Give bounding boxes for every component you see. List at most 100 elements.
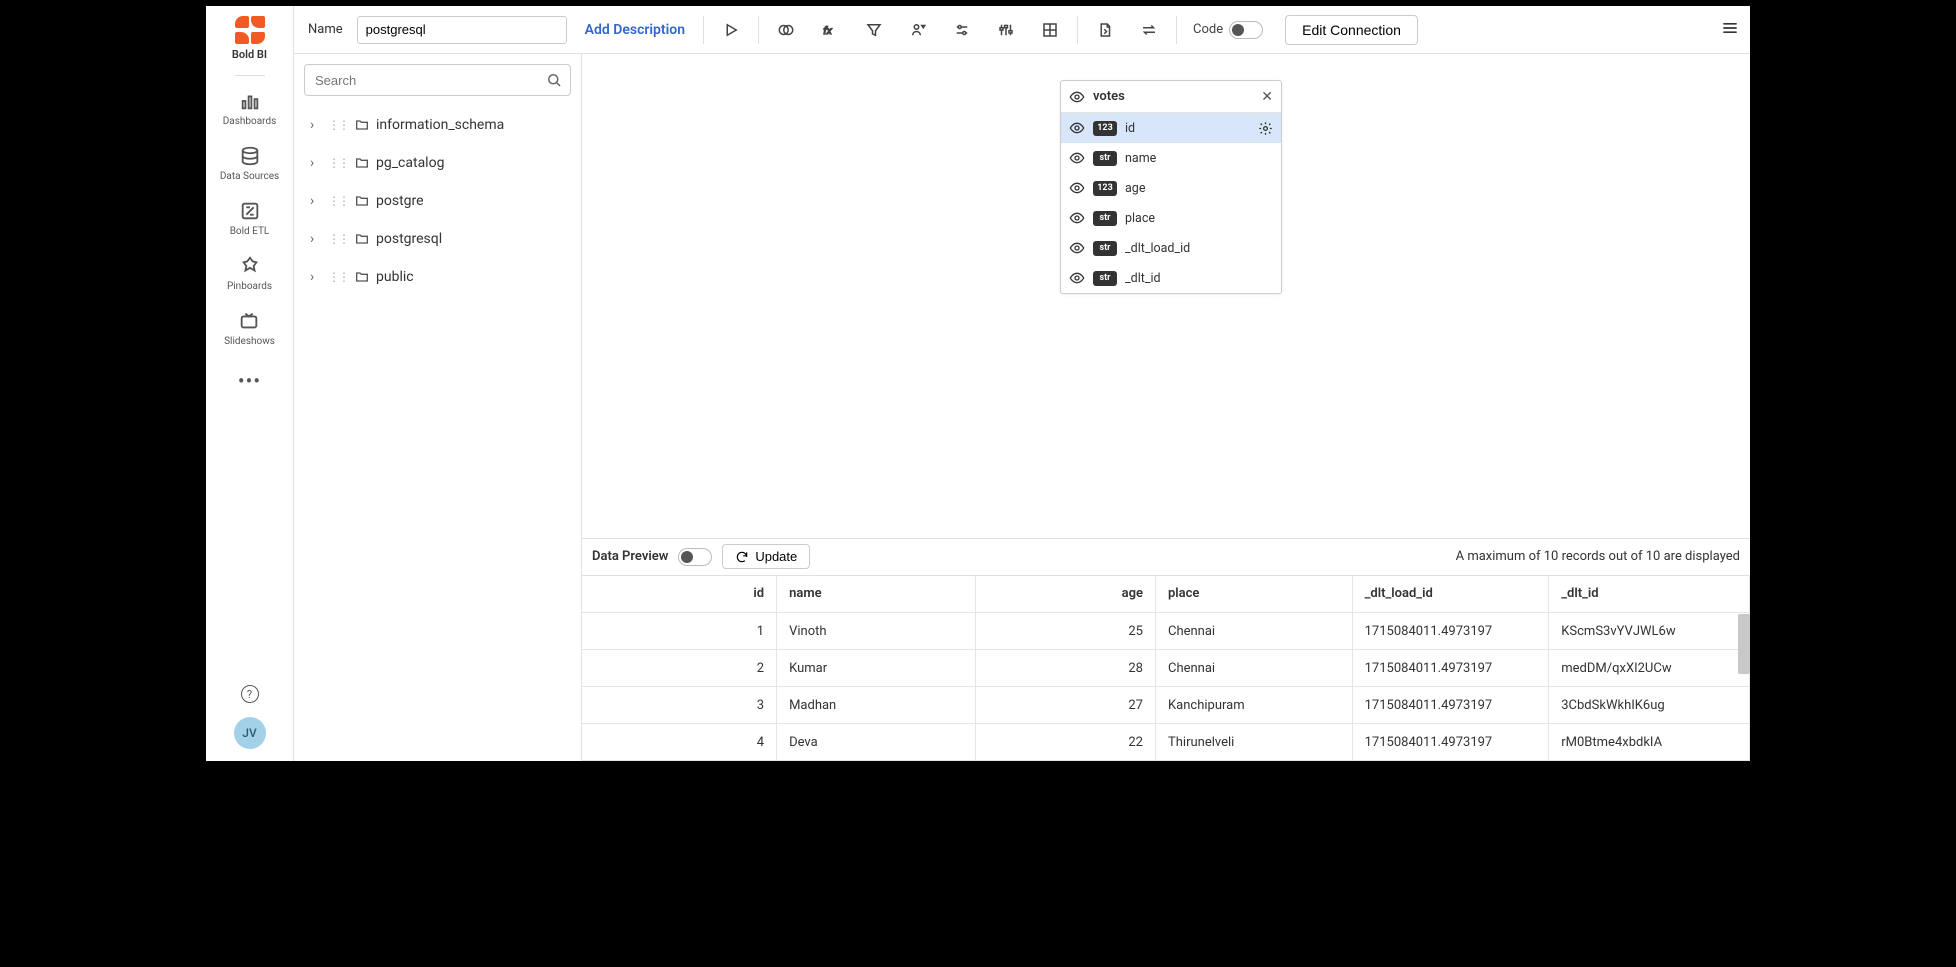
column-header[interactable]: _dlt_load_id [1352,576,1549,613]
rail-slideshows[interactable]: Slideshows [224,310,275,347]
field-name: age [1125,181,1145,196]
help-icon[interactable]: ? [241,685,259,703]
table-row[interactable]: 4Deva22Thirunelveli1715084011.4973197rM0… [582,724,1750,761]
type-badge: str [1093,241,1117,256]
grid-scrollbar[interactable] [1738,614,1750,674]
left-rail: Bold BI Dashboards Data Sources Bold ETL… [206,6,294,761]
eye-icon[interactable] [1069,180,1085,196]
column-header[interactable]: place [1155,576,1352,613]
table-row[interactable]: 3Madhan27Kanchipuram1715084011.49731973C… [582,687,1750,724]
eye-icon[interactable] [1069,120,1085,136]
tree-item[interactable]: › ⋮⋮ information_schema [304,106,571,144]
eye-icon[interactable] [1069,210,1085,226]
expression-button[interactable]: fx [813,13,847,47]
schema-search-input[interactable] [304,64,571,96]
add-description-link[interactable]: Add Description [585,22,685,38]
column-header[interactable]: name [777,576,976,613]
table-cell: Madhan [777,687,976,724]
table-cell: 1 [582,613,777,650]
column-header[interactable]: age [975,576,1155,613]
update-button[interactable]: Update [722,544,810,569]
type-badge: 123 [1093,121,1117,136]
chevron-right-icon: › [310,193,322,209]
drag-handle-icon[interactable]: ⋮⋮ [328,273,348,281]
preview-toggle[interactable] [678,548,712,566]
table-cell: 27 [975,687,1155,724]
field-name: id [1125,121,1135,136]
close-icon[interactable]: ✕ [1261,89,1273,105]
field-row[interactable]: str _dlt_load_id [1061,233,1281,263]
pivot-button[interactable] [1033,13,1067,47]
eye-icon[interactable] [1069,240,1085,256]
code-label: Code [1193,22,1223,37]
table-cell: 2 [582,650,777,687]
tree-item[interactable]: › ⋮⋮ pg_catalog [304,144,571,182]
field-row[interactable]: str name [1061,143,1281,173]
table-cell: 25 [975,613,1155,650]
field-row[interactable]: str _dlt_id [1061,263,1281,293]
type-badge: 123 [1093,181,1117,196]
parameters-button[interactable] [989,13,1023,47]
run-button[interactable] [714,13,748,47]
table-cell: KScmS3vYVJWL6w [1549,613,1750,650]
drag-handle-icon[interactable]: ⋮⋮ [328,235,348,243]
field-name: _dlt_load_id [1125,241,1190,256]
tree-item-label: public [376,269,414,285]
topbar: Name Add Description fx Code Edit Connec… [294,6,1750,54]
eye-icon [1069,89,1085,105]
table-cell: 22 [975,724,1155,761]
drag-handle-icon[interactable]: ⋮⋮ [328,197,348,205]
table-row[interactable]: 1Vinoth25Chennai1715084011.4973197KScmS3… [582,613,1750,650]
rail-pinboards[interactable]: Pinboards [227,255,272,292]
table-card-votes[interactable]: votes ✕ 123 id str name 123 age str plac… [1060,80,1282,294]
tree-item[interactable]: › ⋮⋮ public [304,258,571,296]
code-toggle[interactable] [1229,21,1263,39]
drag-handle-icon[interactable]: ⋮⋮ [328,121,348,129]
type-badge: str [1093,211,1117,226]
join-button[interactable] [769,13,803,47]
menu-button[interactable] [1720,18,1740,42]
table-cell: medDM/qxXI2UCw [1549,650,1750,687]
funnel-icon [865,21,883,39]
gear-icon[interactable] [1258,121,1273,136]
grid-icon [1041,21,1059,39]
rail-more[interactable]: ••• [238,369,261,393]
eye-icon[interactable] [1069,150,1085,166]
table-cell: Kanchipuram [1155,687,1352,724]
folder-icon [354,193,370,209]
rail-dashboards[interactable]: Dashboards [223,90,277,127]
type-badge: str [1093,271,1117,286]
column-header[interactable]: id [582,576,777,613]
table-cell: 1715084011.4973197 [1352,650,1549,687]
field-row[interactable]: 123 age [1061,173,1281,203]
datasource-name-input[interactable] [357,16,567,44]
table-row[interactable]: 2Kumar28Chennai1715084011.4973197medDM/q… [582,650,1750,687]
design-canvas[interactable]: votes ✕ 123 id str name 123 age str plac… [582,54,1750,538]
venn-icon [777,21,795,39]
tree-item[interactable]: › ⋮⋮ postgre [304,182,571,220]
field-row[interactable]: 123 id [1061,113,1281,143]
swap-button[interactable] [1132,13,1166,47]
table-cell: 3CbdSkWkhIK6ug [1549,687,1750,724]
rail-data-sources[interactable]: Data Sources [220,145,279,182]
edit-connection-button[interactable]: Edit Connection [1285,15,1418,45]
swap-icon [1140,21,1158,39]
eye-icon[interactable] [1069,270,1085,286]
table-cell: Vinoth [777,613,976,650]
rail-bold-etl[interactable]: Bold ETL [230,200,270,237]
settings-button[interactable] [945,13,979,47]
fx-icon: fx [821,21,839,39]
type-badge: str [1093,151,1117,166]
drag-handle-icon[interactable]: ⋮⋮ [328,159,348,167]
column-header[interactable]: _dlt_id [1549,576,1750,613]
user-filter-button[interactable] [901,13,935,47]
tree-item-label: pg_catalog [376,155,444,171]
field-row[interactable]: str place [1061,203,1281,233]
user-avatar[interactable]: JV [234,717,266,749]
user-funnel-icon [909,21,927,39]
preview-label: Data Preview [592,549,668,564]
filter-button[interactable] [857,13,891,47]
export-button[interactable] [1088,13,1122,47]
table-cell: Chennai [1155,613,1352,650]
tree-item[interactable]: › ⋮⋮ postgresql [304,220,571,258]
